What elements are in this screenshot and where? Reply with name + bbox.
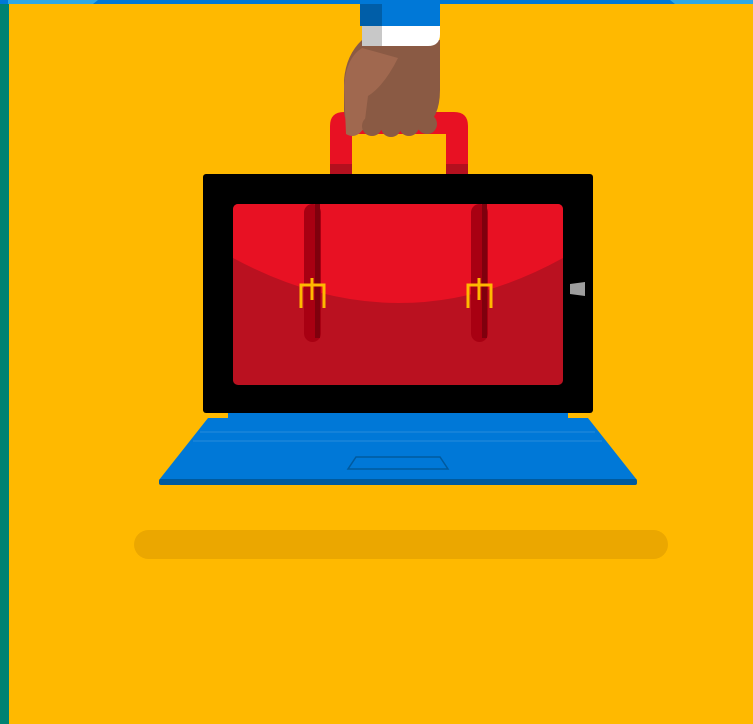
windows-button-icon bbox=[570, 282, 585, 296]
left-edge-strip bbox=[0, 0, 9, 724]
illustration-svg bbox=[0, 0, 753, 724]
keyboard-icon bbox=[159, 410, 637, 485]
briefcase-icon bbox=[233, 204, 563, 385]
ground-shadow bbox=[134, 530, 668, 559]
illustration-canvas bbox=[0, 0, 753, 724]
